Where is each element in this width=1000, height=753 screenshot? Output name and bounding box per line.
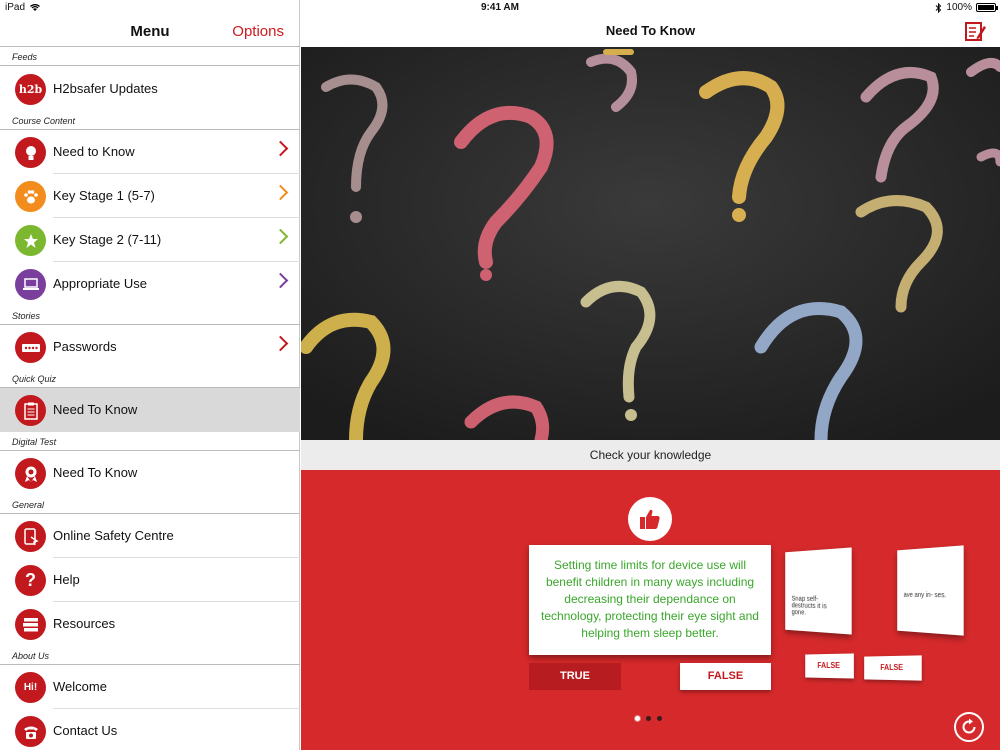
chevron-right-icon (272, 228, 289, 245)
section-stories: Stories (12, 311, 41, 321)
sidebar-item-label: Key Stage 2 (7-11) (53, 232, 162, 247)
check-knowledge-bar: Check your knowledge (301, 440, 1000, 470)
sidebar-item-need-to-know-quiz[interactable]: Need To Know (0, 388, 300, 432)
edit-list-icon[interactable] (964, 20, 986, 42)
battery-icon (976, 3, 998, 12)
page-dot[interactable] (646, 716, 651, 721)
sidebar-item-key-stage-1[interactable]: Key Stage 1 (5-7) (0, 174, 300, 218)
back-false-button[interactable]: FALSE (805, 653, 854, 679)
sidebar-item-label: Help (53, 572, 80, 587)
sidebar-item-label: Appropriate Use (53, 276, 147, 291)
question-marks-illustration (301, 47, 1000, 440)
sidebar-item-need-to-know-test[interactable]: Need To Know (0, 451, 300, 495)
sidebar-item-label: Key Stage 1 (5-7) (53, 188, 155, 203)
status-bar: iPad 9:41 AM 100% (0, 0, 1000, 16)
sidebar-item-label: Need To Know (53, 465, 138, 480)
battery-percent: 100% (946, 2, 972, 13)
section-course-content: Course Content (12, 116, 76, 126)
sidebar-item-label: Resources (53, 616, 116, 631)
star-icon (15, 225, 46, 256)
phone-icon (15, 716, 46, 747)
section-digital-test: Digital Test (12, 437, 57, 447)
tablet-touch-icon (15, 521, 46, 552)
sidebar-item-h2bsafer-updates[interactable]: h2b H2bsafer Updates (0, 67, 300, 111)
sidebar-item-label: Need to Know (53, 144, 135, 159)
section-general: General (12, 500, 45, 510)
back-false-button[interactable]: FALSE (864, 655, 922, 681)
sidebar-item-label: Welcome (53, 679, 107, 694)
quiz-question-text: Setting time limits for device use will … (541, 558, 759, 640)
quiz-card-back[interactable]: Snap self-destructs it is gone. (785, 547, 852, 635)
sidebar-item-key-stage-2[interactable]: Key Stage 2 (7-11) (0, 218, 300, 262)
chevron-right-icon (272, 140, 289, 157)
hero-chalkboard-image (301, 47, 1000, 440)
quiz-question-card: Setting time limits for device use will … (529, 545, 771, 655)
section-quick-quiz: Quick Quiz (12, 374, 57, 384)
thumbs-up-icon (628, 497, 672, 541)
password-icon (15, 332, 46, 363)
quiz-card-back-text: Snap self-destructs it is gone. (791, 595, 827, 617)
options-button[interactable]: Options (232, 23, 284, 40)
sidebar-item-online-safety-centre[interactable]: Online Safety Centre (0, 514, 300, 558)
sidebar-item-help[interactable]: ? Help (0, 558, 300, 602)
clipboard-icon (15, 395, 46, 426)
quiz-panel: ave any in- ses. Snap self-destructs it … (301, 470, 1000, 750)
sidebar-item-label: Online Safety Centre (53, 528, 174, 543)
section-about-us: About Us (12, 651, 50, 661)
false-button[interactable]: FALSE (680, 663, 771, 690)
sidebar-header: Menu Options (0, 16, 300, 47)
sidebar-item-label: Contact Us (53, 723, 118, 738)
speech-bubble-icon: Hi! (15, 672, 46, 703)
page-dot[interactable] (635, 716, 640, 721)
true-button[interactable]: TRUE (529, 663, 621, 690)
h2bsafer-logo-icon: h2b (15, 74, 46, 105)
chevron-right-icon (272, 184, 289, 201)
sidebar-item-contact-us[interactable]: Contact Us (0, 709, 300, 753)
question-icon: ? (15, 565, 46, 596)
page-dot[interactable] (657, 716, 662, 721)
sidebar-item-label: Need To Know (53, 402, 138, 417)
laptop-icon (15, 269, 46, 300)
clock: 9:41 AM (481, 2, 519, 13)
section-feeds: Feeds (12, 52, 38, 62)
page-indicator[interactable] (635, 716, 662, 721)
bluetooth-icon (936, 2, 942, 13)
sidebar-item-welcome[interactable]: Hi! Welcome (0, 665, 300, 709)
sidebar-item-appropriate-use[interactable]: Appropriate Use (0, 262, 300, 306)
sidebar-item-passwords[interactable]: Passwords (0, 325, 300, 369)
page-title: Need To Know (605, 23, 696, 38)
refresh-icon[interactable] (954, 712, 984, 742)
sidebar: Menu Options Feeds h2b H2bsafer Updates … (0, 0, 300, 750)
chevron-right-icon (272, 335, 289, 352)
sidebar-item-resources[interactable]: Resources (0, 602, 300, 646)
quiz-card-back-text: ave any in- ses. (903, 591, 947, 600)
quiz-card-back[interactable]: ave any in- ses. (897, 545, 964, 636)
sidebar-item-label: Passwords (53, 339, 117, 354)
sidebar-item-label: H2bsafer Updates (53, 81, 158, 96)
paw-icon (15, 181, 46, 212)
books-icon (15, 609, 46, 640)
chevron-right-icon (272, 272, 289, 289)
lightbulb-icon (15, 137, 46, 168)
main-navbar: Need To Know (301, 16, 1000, 47)
sidebar-item-need-to-know-course[interactable]: Need to Know (0, 130, 300, 174)
award-icon (15, 458, 46, 489)
